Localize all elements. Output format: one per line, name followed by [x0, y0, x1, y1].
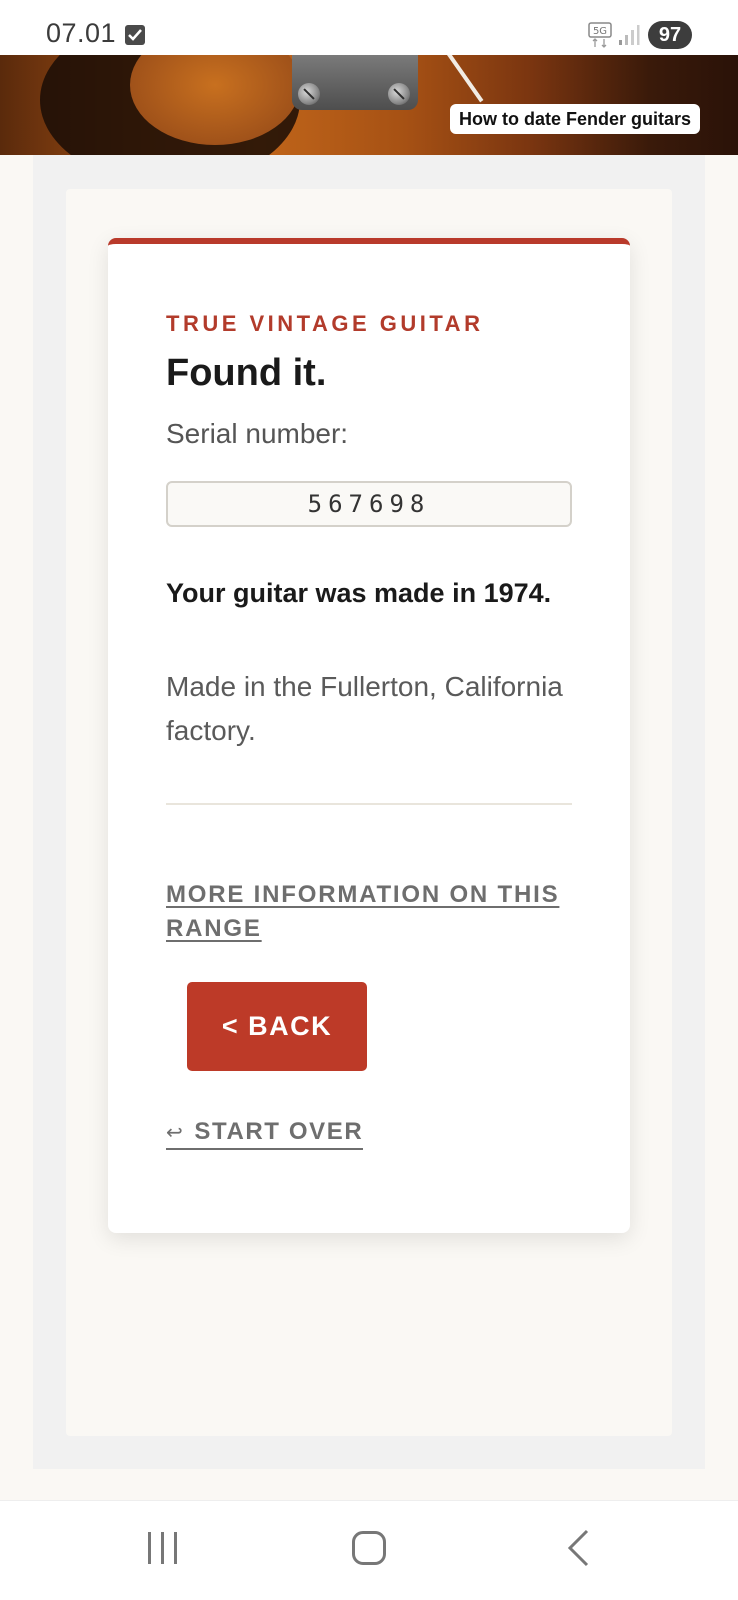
home-icon[interactable]	[352, 1531, 386, 1565]
page-title: Found it.	[166, 352, 327, 394]
guitar-banner: How to date Fender guitars	[0, 55, 738, 155]
eyebrow-label: TRUE VINTAGE GUITAR	[166, 311, 484, 336]
return-arrow-icon: ↩	[166, 1122, 185, 1144]
system-nav-bar	[0, 1500, 738, 1600]
back-icon[interactable]	[566, 1529, 590, 1572]
battery-badge: 97	[648, 21, 692, 49]
start-over-label: START OVER	[194, 1118, 364, 1145]
recent-apps-icon[interactable]	[147, 1531, 179, 1570]
5g-icon: 5G	[588, 22, 612, 48]
checkbox-icon	[125, 25, 145, 45]
status-time: 07.01	[46, 18, 117, 48]
more-information-link[interactable]: MORE INFORMATION ON THIS RANGE	[166, 878, 586, 946]
factory-text: Made in the Fullerton, California factor…	[166, 671, 563, 746]
guitar-string	[440, 55, 484, 103]
result-text: Your guitar was made in 1974.	[166, 578, 552, 608]
back-button[interactable]: < BACK	[187, 982, 367, 1071]
start-over-link[interactable]: ↩ START OVER	[166, 1118, 364, 1150]
network-label: 5G	[593, 26, 607, 37]
divider	[166, 803, 572, 805]
banner-label[interactable]: How to date Fender guitars	[449, 104, 700, 134]
signal-icon	[618, 24, 640, 51]
serial-number-field[interactable]: 567698	[166, 481, 572, 527]
status-bar: 07.01 5G 97	[0, 0, 738, 55]
guitar-neck-plate	[292, 55, 418, 110]
screw-icon	[388, 83, 410, 105]
serial-label: Serial number:	[166, 418, 349, 449]
screw-icon	[298, 83, 320, 105]
